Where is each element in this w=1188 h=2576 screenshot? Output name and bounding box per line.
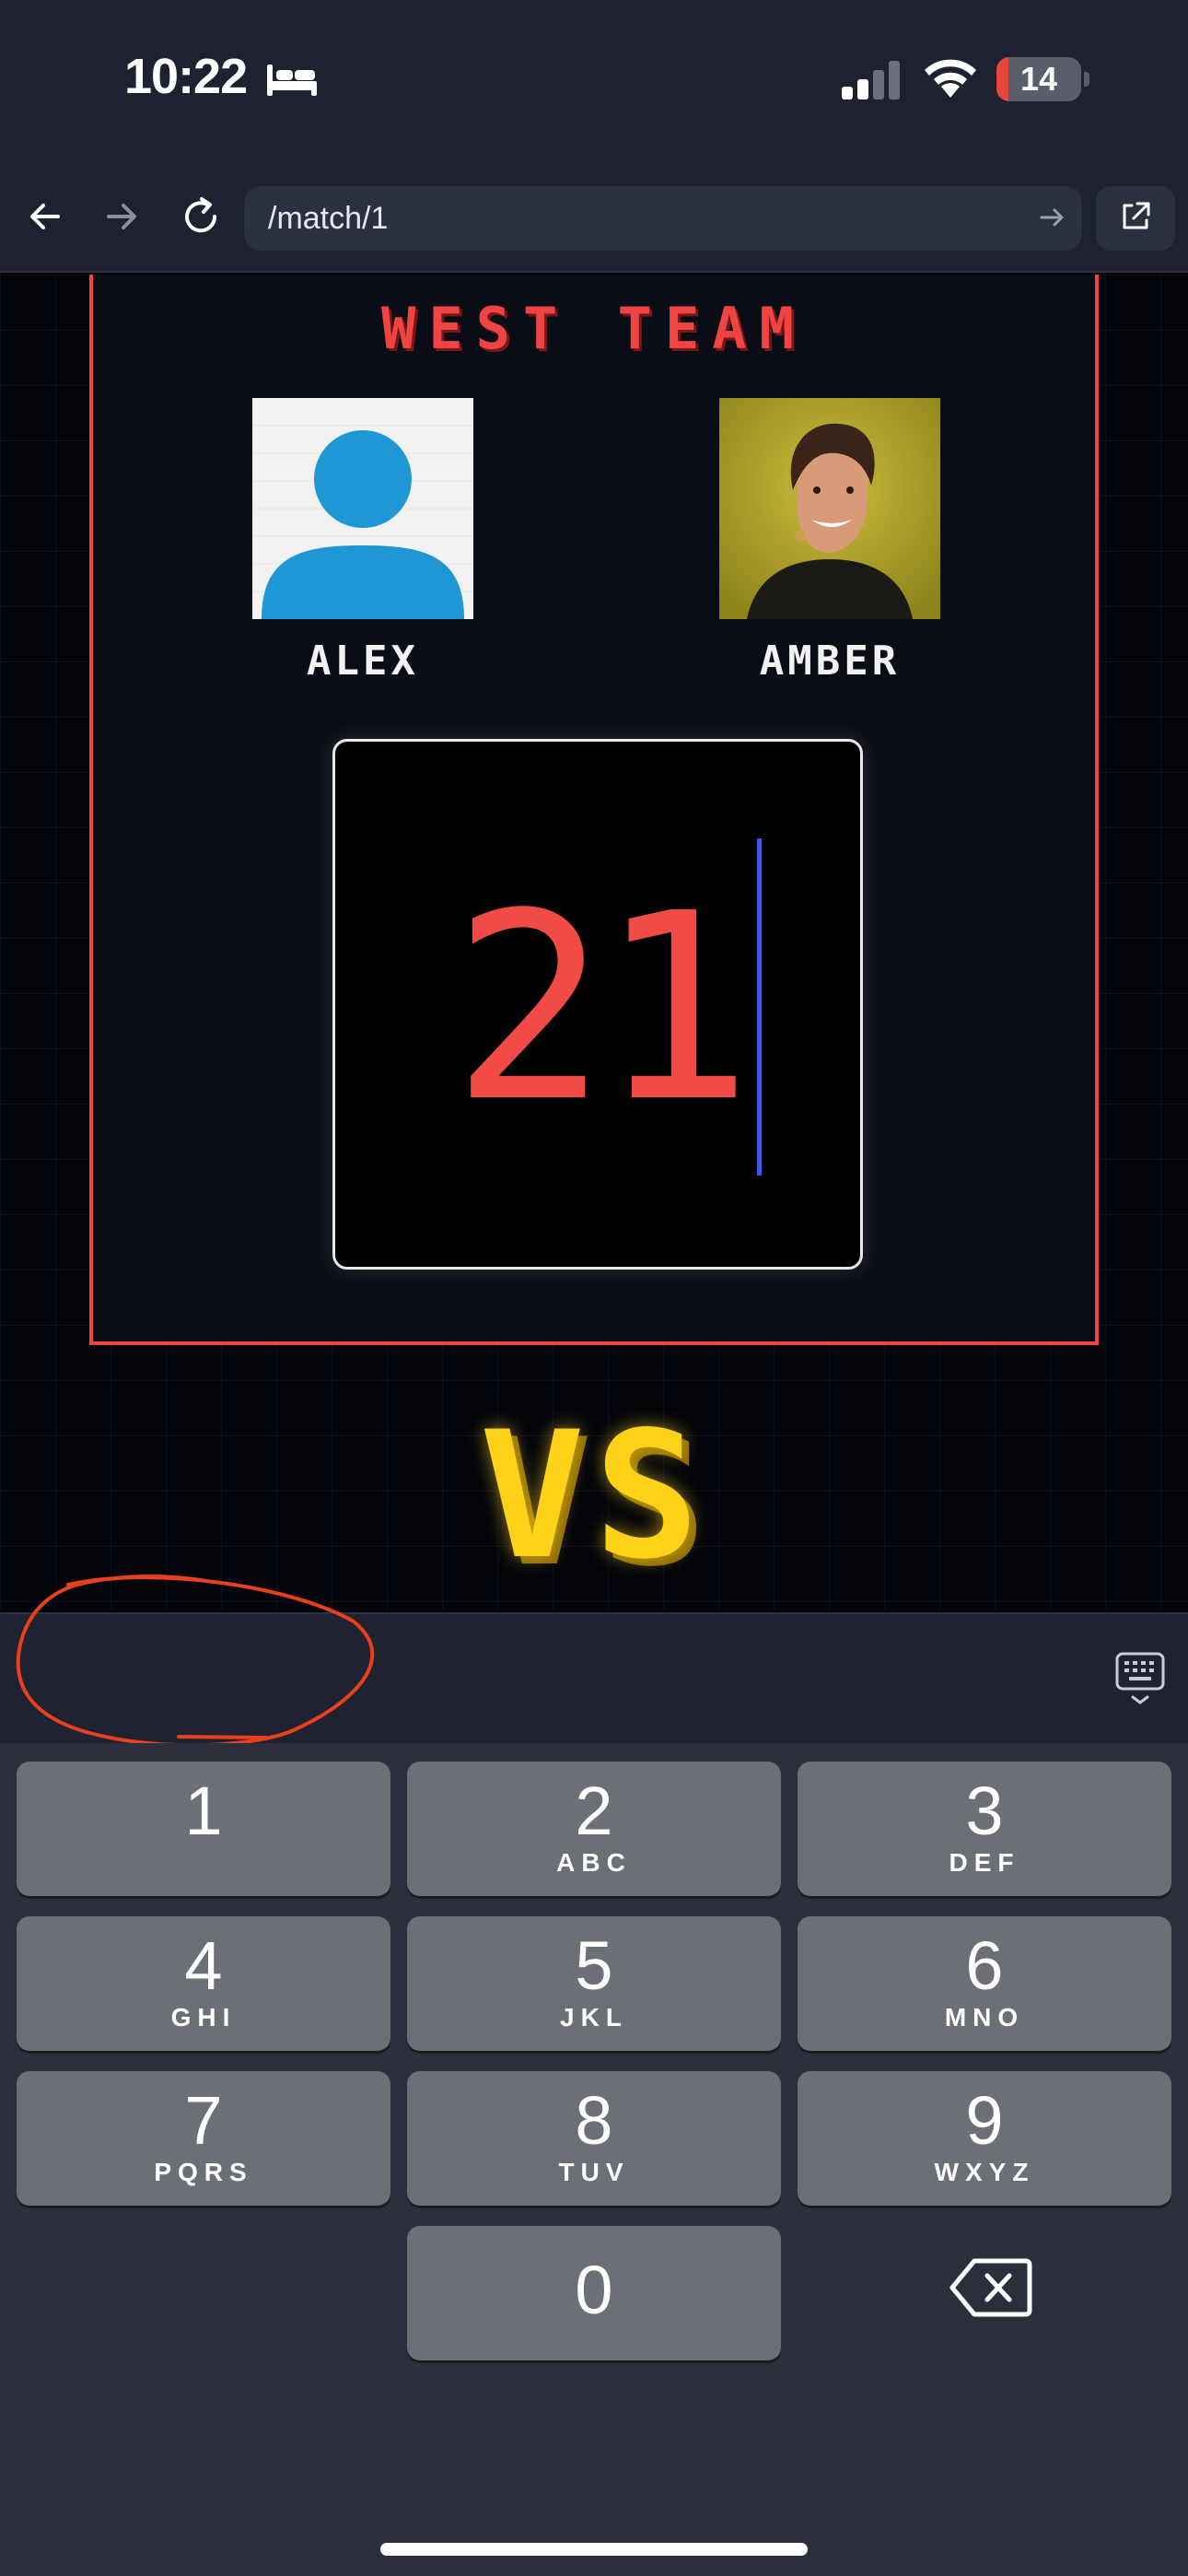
key-number: 7 (184, 2082, 223, 2159)
default-avatar-icon (252, 398, 473, 619)
key-2[interactable]: 2 ABC (407, 1762, 781, 1896)
player-photo (719, 398, 940, 619)
key-7[interactable]: 7 PQRS (17, 2071, 390, 2206)
key-letters: GHI (170, 2003, 237, 2032)
status-time: 10:22 (124, 49, 248, 104)
key-number: 0 (575, 2252, 613, 2328)
share-icon (1117, 198, 1154, 239)
key-letters: DEF (949, 1848, 1020, 1877)
back-arrow-icon (27, 198, 64, 239)
key-8[interactable]: 8 TUV (407, 2071, 781, 2206)
back-button[interactable] (13, 186, 77, 251)
key-number: 3 (965, 1773, 1004, 1849)
key-letters: ABC (556, 1848, 632, 1877)
backspace-icon[interactable] (949, 2255, 1033, 2324)
key-letters: PQRS (154, 2158, 253, 2186)
key-letters: MNO (944, 2003, 1025, 2032)
key-letters: WXYZ (934, 2158, 1035, 2186)
forward-arrow-icon (103, 198, 140, 239)
text-caret (757, 838, 762, 1176)
team-card: WEST TEAM ALEX AMBER 21 (89, 275, 1099, 1345)
key-number: 4 (184, 1927, 223, 2004)
key-4[interactable]: 4 GHI (17, 1916, 390, 2051)
key-number: 2 (575, 1773, 613, 1849)
key-number: 1 (184, 1773, 223, 1849)
red-circle-annotation (13, 1566, 381, 1754)
key-letters: TUV (558, 2158, 630, 2186)
url-text: /match/1 (268, 201, 389, 236)
key-number: 6 (965, 1927, 1004, 2004)
key-number: 9 (965, 2082, 1004, 2159)
keyboard-dismiss-icon[interactable] (1114, 1651, 1166, 1710)
key-6[interactable]: 6 MNO (798, 1916, 1171, 2051)
cellular-signal-icon (840, 59, 903, 103)
key-0[interactable]: 0 (407, 2226, 781, 2360)
battery-cap (1084, 72, 1089, 87)
score-input[interactable]: 21 (332, 739, 863, 1270)
match-view: WEST TEAM ALEX AMBER 21 VS (0, 275, 1188, 1610)
player-name: AMBER (759, 638, 901, 685)
go-arrow-icon[interactable] (1038, 203, 1067, 236)
reload-icon (180, 195, 222, 241)
forward-button[interactable] (89, 186, 154, 251)
player-card: AMBER (719, 398, 940, 685)
url-bar[interactable]: /match/1 (244, 186, 1082, 251)
key-5[interactable]: 5 JKL (407, 1916, 781, 2051)
key-letters: JKL (560, 2003, 628, 2032)
battery-level: 14 (1019, 60, 1058, 98)
home-indicator (380, 2543, 808, 2556)
key-number: 5 (575, 1927, 613, 2004)
wifi-icon (921, 57, 980, 103)
score-value: 21 (451, 859, 752, 1159)
status-bar: 10:22 14 (0, 0, 1188, 166)
player-card: ALEX (252, 398, 473, 685)
reload-button[interactable] (169, 186, 233, 251)
key-1[interactable]: 1 (17, 1762, 390, 1896)
key-number: 8 (575, 2082, 613, 2159)
bed-icon (265, 61, 319, 101)
team-title: WEST TEAM (381, 295, 807, 362)
browser-toolbar: /match/1 (0, 166, 1188, 273)
share-button[interactable] (1096, 186, 1175, 251)
player-name: ALEX (307, 638, 419, 685)
key-9[interactable]: 9 WXYZ (798, 2071, 1171, 2206)
key-3[interactable]: 3 DEF (798, 1762, 1171, 1896)
battery-icon: 14 (996, 57, 1081, 101)
